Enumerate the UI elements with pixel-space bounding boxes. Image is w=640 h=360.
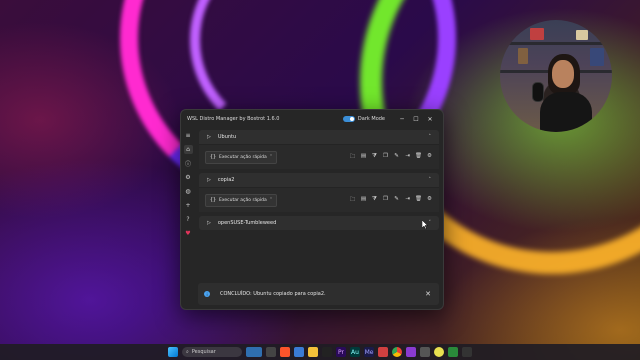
distro-name: Ubuntu	[217, 134, 237, 140]
quick-action-label: Executar ação rápida	[219, 197, 267, 203]
delete-icon[interactable]: 🗑	[415, 196, 422, 205]
tool-row: 🗀 ▤ ⧩ ❐ ✎ ⇥ 🗑 ⚙	[349, 196, 433, 205]
rename-icon[interactable]: ✎	[393, 153, 400, 162]
distro-actions: {} Executar ação rápida ˅ 🗀 ▤ ⧩ ❐ ✎ ⇥ 🗑 …	[199, 144, 439, 169]
chevron-down-icon: ˅	[269, 154, 273, 160]
stop-icon[interactable]: ⇥	[404, 196, 411, 205]
distro-name: copia2	[217, 177, 235, 183]
dark-mode-label: Dark Mode	[357, 116, 385, 122]
distro-card: ▷ openSUSE-Tumbleweed ˅	[199, 216, 439, 230]
add-icon[interactable]: +	[184, 201, 193, 210]
premiere-icon[interactable]: Pr	[336, 347, 346, 357]
distro-header[interactable]: ▷ copia2 ˄	[199, 173, 439, 187]
terminal-icon[interactable]: ▤	[360, 153, 367, 162]
settings-icon[interactable]: ⚙	[184, 173, 193, 182]
distro-name: openSUSE-Tumbleweed	[217, 220, 277, 226]
chevron-up-icon[interactable]: ˄	[429, 134, 432, 140]
terminal-icon[interactable]: ▤	[360, 196, 367, 205]
play-icon[interactable]: ▷	[207, 177, 211, 183]
app-window: WSL Distro Manager by Bostrot 1.6.0 Dark…	[180, 109, 444, 310]
braces-icon: {}	[210, 154, 217, 160]
window-title: WSL Distro Manager by Bostrot 1.6.0	[187, 116, 280, 122]
distro-card: ▷ copia2 ˄ {} Executar ação rápida ˅ 🗀 ▤…	[199, 173, 439, 212]
app-icon[interactable]	[406, 347, 416, 357]
close-icon[interactable]: ✕	[425, 290, 431, 298]
delete-icon[interactable]: 🗑	[415, 153, 422, 162]
heart-icon[interactable]: ♥	[184, 229, 193, 238]
play-icon[interactable]: ▷	[207, 134, 211, 140]
home-icon[interactable]: ⌂	[183, 145, 193, 154]
close-button[interactable]: ✕	[423, 116, 437, 123]
distro-card: ▷ Ubuntu ˄ {} Executar ação rápida ˅ 🗀 ▤…	[199, 130, 439, 169]
taskbar-search[interactable]: ⌕ Pesquisar	[182, 347, 242, 357]
dark-mode-toggle[interactable]	[342, 116, 355, 122]
taskbar: ⌕ Pesquisar Pr Au Me	[0, 344, 640, 360]
audition-icon[interactable]: Au	[350, 347, 360, 357]
app-icon[interactable]	[378, 347, 388, 357]
windows-start-icon[interactable]	[168, 347, 178, 357]
download-icon[interactable]: ◍	[184, 187, 193, 196]
chevron-down-icon[interactable]: ˅	[429, 220, 432, 226]
gear-icon[interactable]: ⚙	[426, 153, 433, 162]
search-icon: ⌕	[186, 349, 189, 355]
info-icon: i	[204, 291, 210, 297]
file-explorer-icon[interactable]	[308, 347, 318, 357]
help-icon[interactable]: ?	[184, 215, 193, 224]
mouse-cursor-icon	[422, 220, 428, 229]
webcam-overlay	[500, 20, 612, 132]
media-encoder-icon[interactable]: Me	[364, 347, 374, 357]
quick-action-label: Executar ação rápida	[219, 154, 267, 160]
info-icon[interactable]: ⓘ	[184, 159, 193, 168]
terminal-app-icon[interactable]	[322, 347, 332, 357]
play-icon[interactable]: ▷	[207, 220, 211, 226]
copy-icon[interactable]: ❐	[382, 196, 389, 205]
vscode-icon[interactable]: ⧩	[371, 153, 378, 162]
minimize-button[interactable]: ─	[395, 116, 409, 123]
gear-icon[interactable]: ⚙	[426, 196, 433, 205]
menu-icon[interactable]: ≡	[184, 131, 193, 140]
chevron-up-icon[interactable]: ˄	[429, 177, 432, 183]
app-icon[interactable]	[434, 347, 444, 357]
distro-actions: {} Executar ação rápida ˅ 🗀 ▤ ⧩ ❐ ✎ ⇥ 🗑 …	[199, 187, 439, 212]
tool-row: 🗀 ▤ ⧩ ❐ ✎ ⇥ 🗑 ⚙	[349, 153, 433, 162]
linux-icon[interactable]	[462, 347, 472, 357]
task-view-icon[interactable]	[266, 347, 276, 357]
app-icon[interactable]	[420, 347, 430, 357]
widgets-icon[interactable]	[246, 347, 262, 357]
distro-list: ▷ Ubuntu ˄ {} Executar ação rápida ˅ 🗀 ▤…	[199, 130, 439, 232]
copy-icon[interactable]: ❐	[382, 153, 389, 162]
app-icon[interactable]	[448, 347, 458, 357]
brave-icon[interactable]	[280, 347, 290, 357]
stop-icon[interactable]: ⇥	[404, 153, 411, 162]
sidebar: ≡ ⌂ ⓘ ⚙ ◍ + ? ♥	[181, 128, 195, 309]
maximize-button[interactable]: ☐	[409, 116, 423, 123]
quick-action-button[interactable]: {} Executar ação rápida ˅	[205, 150, 278, 164]
distro-header[interactable]: ▷ openSUSE-Tumbleweed ˅	[199, 216, 439, 230]
braces-icon: {}	[210, 197, 217, 203]
chevron-down-icon: ˅	[269, 197, 273, 203]
chrome-icon[interactable]	[392, 347, 402, 357]
microphone	[532, 82, 544, 102]
folder-open-icon[interactable]: 🗀	[349, 196, 356, 205]
folder-open-icon[interactable]: 🗀	[349, 153, 356, 162]
store-icon[interactable]	[294, 347, 304, 357]
distro-header[interactable]: ▷ Ubuntu ˄	[199, 130, 439, 144]
notification-bar: i CONCLUÍDO: Ubuntu copiado para copia2.…	[198, 283, 439, 305]
notification-message: CONCLUÍDO: Ubuntu copiado para copia2.	[220, 291, 326, 297]
rename-icon[interactable]: ✎	[393, 196, 400, 205]
vscode-icon[interactable]: ⧩	[371, 196, 378, 205]
title-bar[interactable]: WSL Distro Manager by Bostrot 1.6.0 Dark…	[181, 110, 443, 128]
quick-action-button[interactable]: {} Executar ação rápida ˅	[205, 193, 278, 207]
search-placeholder: Pesquisar	[191, 349, 216, 355]
